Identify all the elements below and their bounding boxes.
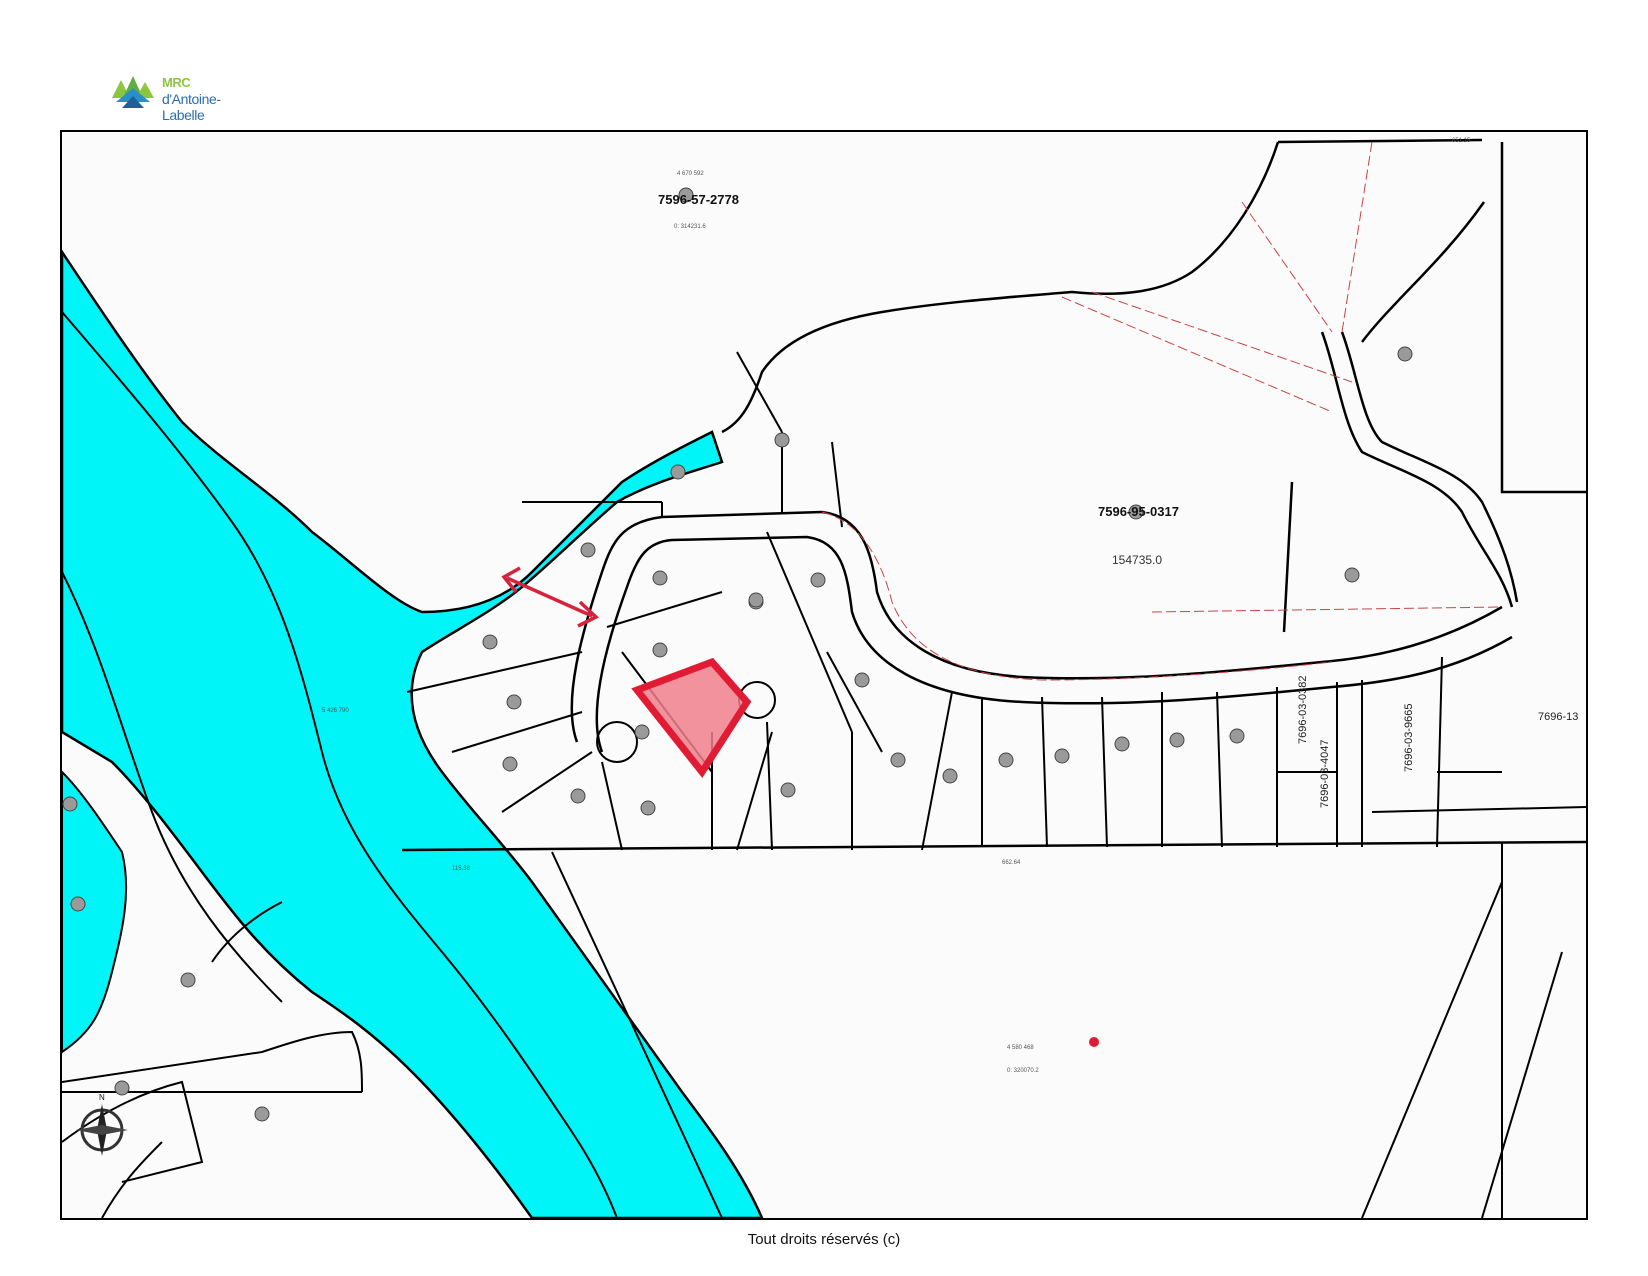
- svg-text:651.15: 651.15: [1452, 138, 1471, 144]
- cul-de-sac: [596, 721, 638, 763]
- compass-rose-icon: N: [76, 1093, 128, 1156]
- mrc-logo: MRC d'Antoine-Labelle: [112, 72, 262, 123]
- parcel-boundary: [401, 840, 1586, 852]
- logo-text-mrc: MRC: [162, 75, 191, 90]
- compass-north-label: N: [99, 1093, 105, 1102]
- svg-text:4 580 468: 4 580 468: [1007, 1045, 1034, 1051]
- svg-text:115.38: 115.38: [452, 866, 471, 872]
- lot-dividers-south: [1361, 842, 1563, 1218]
- parcel-id-row2[interactable]: 7696-03-4047: [1319, 739, 1331, 808]
- svg-text:5 426 790: 5 426 790: [322, 708, 349, 714]
- svg-text:0: 314231.6: 0: 314231.6: [674, 224, 706, 230]
- survey-lines: [821, 141, 1503, 681]
- parcel-id-row1[interactable]: 7696-03-0382: [1297, 675, 1309, 744]
- subject-lot-highlight[interactable]: [631, 657, 752, 779]
- map-canvas: 4 670 592 0: 314231.6 4 580 468 0: 32007…: [62, 138, 1586, 1218]
- point-of-interest-marker[interactable]: [1089, 1037, 1099, 1047]
- svg-text:662.64: 662.64: [1002, 860, 1021, 866]
- parcel-id-east[interactable]: 7596-95-0317: [1098, 504, 1179, 519]
- river-water: [62, 249, 764, 1218]
- cadastral-map[interactable]: 4 670 592 0: 314231.6 4 580 468 0: 32007…: [60, 130, 1588, 1220]
- parcel-id-north[interactable]: 7596-57-2778: [658, 192, 739, 207]
- parcel-id-row3[interactable]: 7696-03-9665: [1403, 703, 1415, 772]
- logo-text-name: d'Antoine-Labelle: [162, 91, 221, 123]
- river-tributary: [62, 770, 128, 1054]
- parcel-id-edge[interactable]: 7696-13: [1538, 711, 1578, 723]
- lot-dividers: [406, 351, 1586, 851]
- parcel-boundary: [1282, 142, 1586, 633]
- copyright-footer: Tout droits réservés (c): [747, 1231, 901, 1248]
- svg-text:0: 320070.2: 0: 320070.2: [1007, 1068, 1039, 1074]
- access-double-arrow: [501, 566, 600, 628]
- parcel-boundary: [721, 141, 1280, 434]
- parcel-area-east: 154735.0: [1112, 553, 1162, 567]
- svg-text:4 670 592: 4 670 592: [677, 171, 704, 177]
- mountain-logo-icon: [112, 76, 154, 108]
